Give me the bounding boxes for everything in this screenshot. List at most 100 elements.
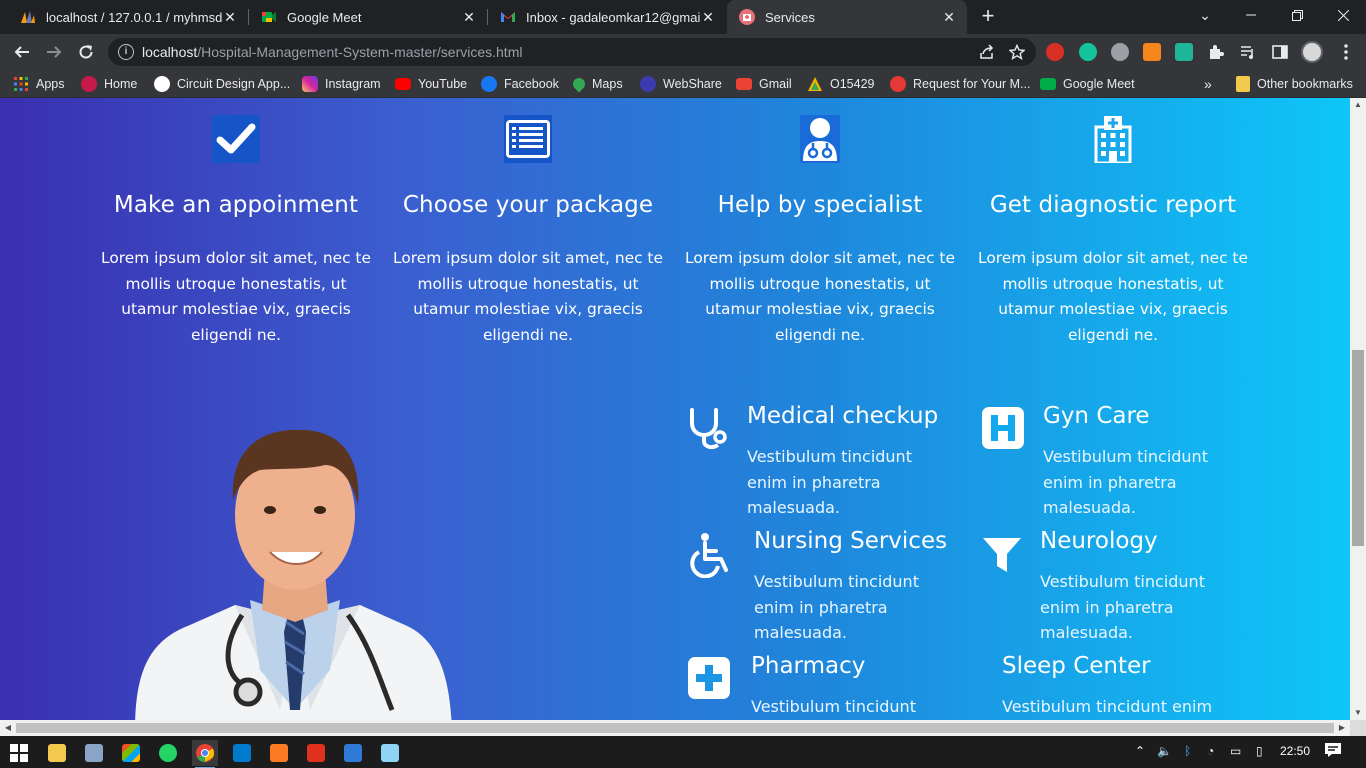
- volume-icon[interactable]: 🔈: [1157, 744, 1172, 758]
- battery-icon[interactable]: ▯: [1256, 744, 1263, 758]
- step-description: Lorem ipsum dolor sit amet, nec te molli…: [393, 249, 663, 344]
- other-bookmarks-folder[interactable]: Other bookmarks: [1236, 75, 1353, 93]
- wheelchair-icon: [688, 532, 732, 579]
- reload-icon[interactable]: [73, 39, 99, 65]
- vscode-icon[interactable]: [229, 740, 255, 766]
- close-tab-icon[interactable]: ✕: [222, 9, 238, 26]
- service-description: Vestibulum tincidunt enim in pharetra ma…: [747, 447, 912, 517]
- horizontal-scroll-thumb[interactable]: [16, 723, 1334, 733]
- bookmark-o15429[interactable]: O15429: [807, 75, 874, 93]
- media-playlist-icon[interactable]: [1235, 39, 1261, 65]
- step-title: Make an appoinment: [113, 192, 359, 218]
- service-description: Vestibulum tincidunt enim in pharetra ma…: [1040, 572, 1205, 642]
- globe-icon[interactable]: [1111, 43, 1129, 61]
- url-text[interactable]: localhost/Hospital-Management-System-mas…: [142, 44, 522, 60]
- store-icon[interactable]: [118, 740, 144, 766]
- service-title: Medical checkup: [747, 403, 939, 429]
- stethoscope-icon: [688, 407, 732, 451]
- triangle-icon: [807, 76, 823, 92]
- whatsapp-icon[interactable]: [155, 740, 181, 766]
- close-tab-icon[interactable]: ✕: [941, 9, 957, 26]
- xampp-icon[interactable]: [266, 740, 292, 766]
- back-arrow-icon[interactable]: [9, 39, 35, 65]
- tab-services[interactable]: Services ✕: [727, 0, 967, 34]
- tab-gmail-inbox[interactable]: Inbox - gadaleomkar12@gmail.com ✕: [488, 0, 726, 34]
- circuit-icon: [154, 76, 170, 92]
- bookmark-google-meet[interactable]: Google Meet: [1040, 75, 1135, 93]
- bookmark-home[interactable]: Home: [81, 75, 137, 93]
- maps-icon: [570, 75, 588, 93]
- new-tab-button[interactable]: +: [976, 4, 1000, 28]
- share-icon[interactable]: [974, 39, 1000, 65]
- service-description: Vestibulum tincidunt enim in pharetra ma…: [754, 572, 919, 642]
- step-title: Get diagnostic report: [989, 192, 1237, 218]
- bookmark-instagram[interactable]: Instagram: [302, 75, 381, 93]
- address-bar[interactable]: i localhost/Hospital-Management-System-m…: [108, 38, 1036, 66]
- bookmark-maps[interactable]: Maps: [570, 75, 623, 93]
- google-meet-icon: [261, 9, 277, 25]
- minimize-icon[interactable]: [1228, 0, 1274, 30]
- scroll-right-arrow-icon[interactable]: ▶: [1334, 720, 1350, 736]
- horizontal-scrollbar[interactable]: ◀ ▶: [0, 720, 1350, 736]
- service-title: Nursing Services: [754, 528, 948, 554]
- vertical-scroll-thumb[interactable]: [1352, 350, 1364, 546]
- bookmark-star-icon[interactable]: [1004, 39, 1030, 65]
- windows-start-icon[interactable]: [6, 740, 32, 766]
- apps-grid-icon: [13, 76, 29, 92]
- extensions-puzzle-icon[interactable]: [1203, 39, 1229, 65]
- restore-icon[interactable]: [1274, 0, 1320, 30]
- doctor-icon: [798, 115, 842, 163]
- bookmark-webshare[interactable]: WebShare: [640, 75, 722, 93]
- grammarly-icon[interactable]: [1079, 43, 1097, 61]
- list-icon: [504, 115, 552, 163]
- bookmark-circuit-design[interactable]: Circuit Design App...: [154, 75, 290, 93]
- notepad-icon[interactable]: [377, 740, 403, 766]
- scroll-up-arrow-icon[interactable]: ▲: [1350, 98, 1366, 112]
- step-description: Lorem ipsum dolor sit amet, nec te molli…: [685, 249, 955, 344]
- site-info-icon[interactable]: i: [118, 44, 134, 60]
- hospital-h-icon: [982, 407, 1026, 451]
- vertical-scrollbar[interactable]: ▲ ▼: [1350, 98, 1366, 720]
- metamask-icon[interactable]: [1143, 43, 1161, 61]
- bookmark-youtube[interactable]: YouTube: [395, 75, 467, 93]
- extension-stop-icon[interactable]: [1046, 43, 1064, 61]
- scroll-left-arrow-icon[interactable]: ◀: [0, 720, 16, 736]
- clock[interactable]: 22:50: [1280, 744, 1310, 758]
- side-panel-icon[interactable]: [1267, 39, 1293, 65]
- checkmark-icon: [212, 115, 260, 163]
- bookmark-gmail[interactable]: Gmail: [736, 75, 792, 93]
- chrome-icon[interactable]: [192, 740, 218, 768]
- menu-kebab-icon[interactable]: [1333, 39, 1359, 65]
- tab-search-icon[interactable]: ⌄: [1182, 0, 1228, 30]
- photo-viewer-icon[interactable]: [340, 740, 366, 766]
- bluetooth-icon[interactable]: ᛒ: [1184, 744, 1191, 758]
- doctor-image: [130, 410, 460, 720]
- profile-avatar[interactable]: [1299, 39, 1325, 65]
- wps-office-icon[interactable]: [303, 740, 329, 766]
- browser-toolbar: i localhost/Hospital-Management-System-m…: [0, 34, 1366, 70]
- file-explorer-icon[interactable]: [44, 740, 70, 766]
- show-hidden-icons-chevron-icon[interactable]: ⌃: [1135, 744, 1145, 758]
- scroll-down-arrow-icon[interactable]: ▼: [1350, 706, 1366, 720]
- photos-icon[interactable]: [81, 740, 107, 766]
- service-title: Pharmacy: [751, 653, 866, 679]
- bookmarks-bar: Apps Home Circuit Design App... Instagra…: [0, 70, 1366, 98]
- step-title: Help by specialist: [717, 192, 923, 218]
- notifications-icon[interactable]: [1324, 742, 1342, 761]
- service-description: Vestibulum tincidunt enim in pharetra ma…: [1043, 447, 1208, 517]
- bookmark-facebook[interactable]: Facebook: [481, 75, 559, 93]
- close-tab-icon[interactable]: ✕: [461, 9, 477, 26]
- bookmark-apps[interactable]: Apps: [13, 75, 65, 93]
- tab-google-meet[interactable]: Google Meet ✕: [249, 0, 487, 34]
- bookmark-request[interactable]: Request for Your M...: [890, 75, 1030, 93]
- extension-shield-icon[interactable]: [1175, 43, 1193, 61]
- more-bookmarks-button[interactable]: »: [1204, 75, 1212, 93]
- battery-saver-icon[interactable]: ▭: [1230, 744, 1241, 758]
- forward-arrow-icon[interactable]: [41, 39, 67, 65]
- tab-phpmyadmin[interactable]: localhost / 127.0.0.1 / myhmsdb / ... ✕: [8, 0, 248, 34]
- tab-strip: localhost / 127.0.0.1 / myhmsdb / ... ✕ …: [0, 0, 1366, 34]
- raspberry-icon: [81, 76, 97, 92]
- wifi-icon[interactable]: ◔: [1207, 744, 1214, 758]
- close-tab-icon[interactable]: ✕: [700, 9, 716, 26]
- close-window-icon[interactable]: [1320, 0, 1366, 30]
